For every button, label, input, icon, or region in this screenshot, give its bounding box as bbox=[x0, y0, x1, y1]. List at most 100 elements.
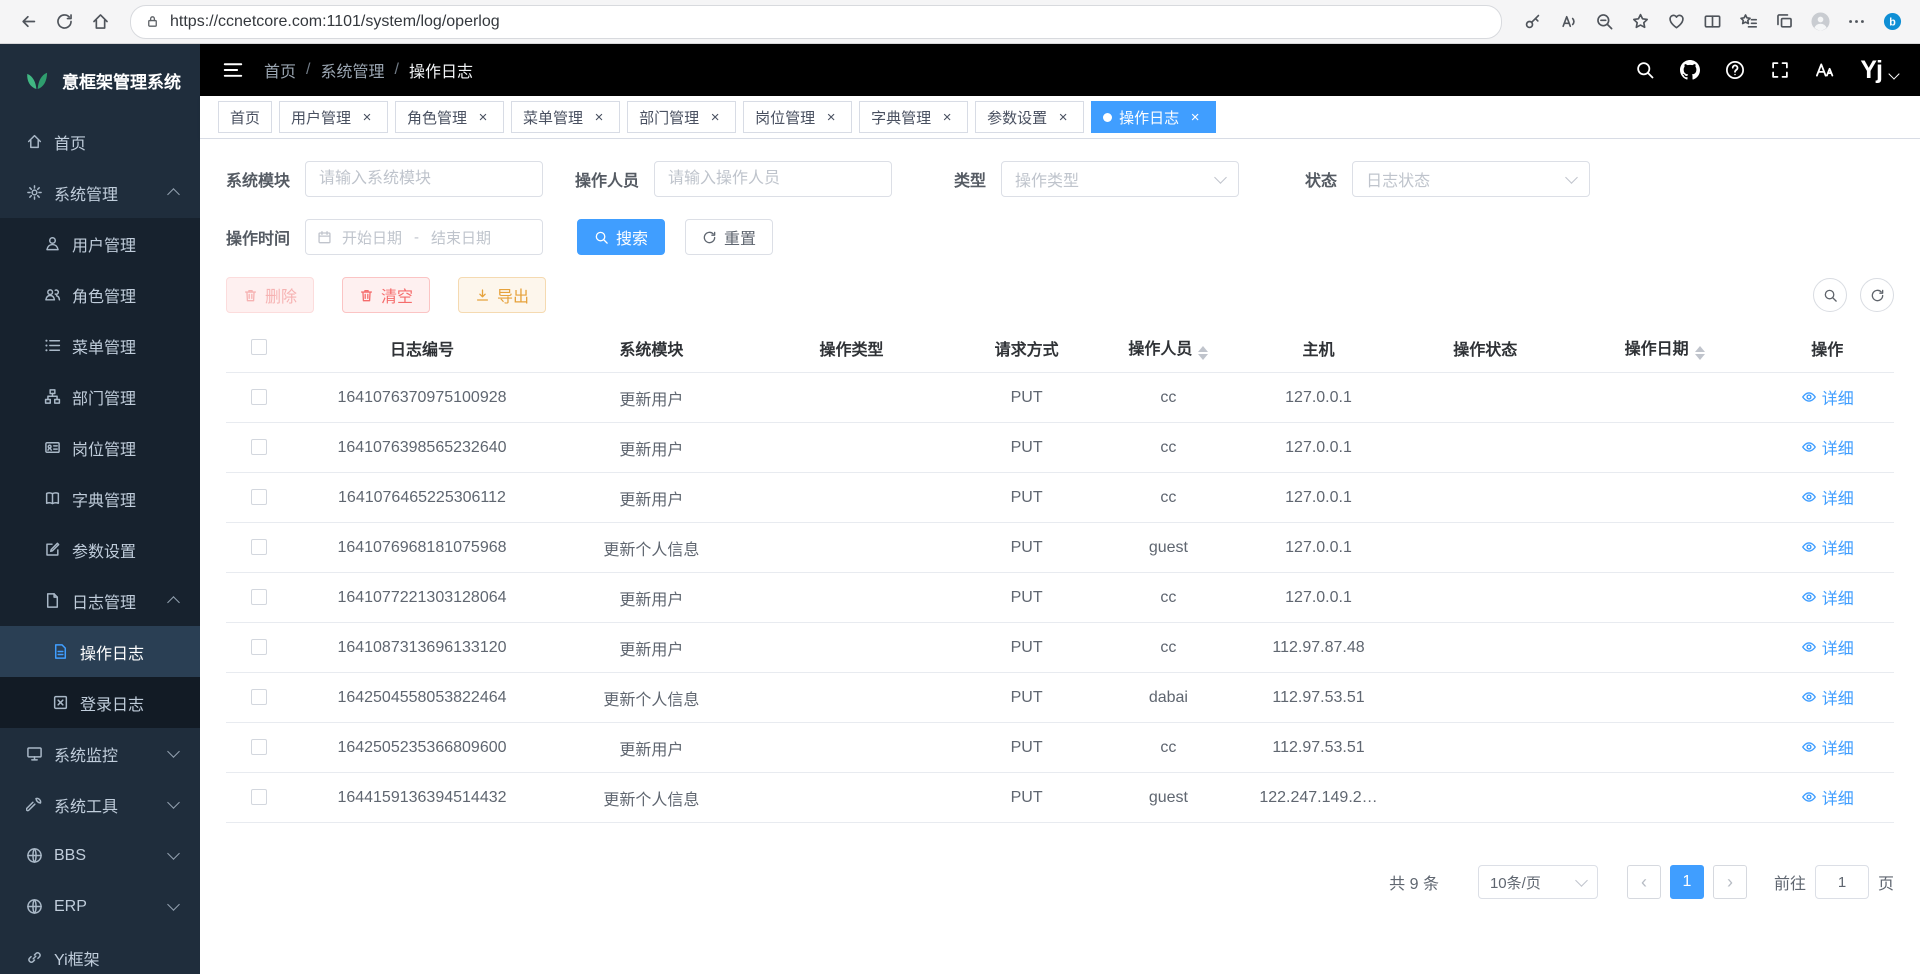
prev-page-button[interactable] bbox=[1627, 865, 1661, 899]
breadcrumb-item[interactable]: 首页 bbox=[264, 58, 296, 82]
detail-link[interactable]: 详细 bbox=[1801, 735, 1854, 759]
font-size-button[interactable] bbox=[1815, 60, 1835, 80]
close-icon[interactable] bbox=[938, 108, 956, 126]
sidebar-item-home[interactable]: 首页 bbox=[0, 116, 200, 167]
operator-input[interactable] bbox=[654, 161, 892, 197]
help-button[interactable] bbox=[1725, 60, 1745, 80]
close-icon[interactable] bbox=[1054, 108, 1072, 126]
row-checkbox[interactable] bbox=[251, 639, 267, 655]
close-icon[interactable] bbox=[358, 108, 376, 126]
detail-link[interactable]: 详细 bbox=[1801, 535, 1854, 559]
collections-button[interactable] bbox=[1766, 5, 1802, 39]
sidebar-item-erp[interactable]: ERP bbox=[0, 881, 200, 932]
detail-link[interactable]: 详细 bbox=[1801, 635, 1854, 659]
sidebar-item-dict[interactable]: 字典管理 bbox=[0, 473, 200, 524]
row-checkbox[interactable] bbox=[251, 389, 267, 405]
search-button[interactable]: 搜索 bbox=[577, 219, 665, 255]
sidebar-item-system[interactable]: 系统管理 bbox=[0, 167, 200, 218]
detail-link[interactable]: 详细 bbox=[1801, 785, 1854, 809]
type-select[interactable]: 操作类型 bbox=[1001, 161, 1239, 197]
sidebar-item-post[interactable]: 岗位管理 bbox=[0, 422, 200, 473]
row-checkbox[interactable] bbox=[251, 589, 267, 605]
select-all-checkbox[interactable] bbox=[251, 339, 267, 355]
close-icon[interactable] bbox=[822, 108, 840, 126]
sort-icon[interactable] bbox=[1198, 346, 1208, 360]
close-icon[interactable] bbox=[590, 108, 608, 126]
detail-link[interactable]: 详细 bbox=[1801, 585, 1854, 609]
settings-more-button[interactable] bbox=[1838, 5, 1874, 39]
split-screen-button[interactable] bbox=[1694, 5, 1730, 39]
add-favorite-button[interactable] bbox=[1622, 5, 1658, 39]
tab-user[interactable]: 用户管理 bbox=[279, 101, 388, 133]
sidebar-item-operlog[interactable]: 操作日志 bbox=[0, 626, 200, 677]
tab-operlog[interactable]: 操作日志 bbox=[1091, 101, 1216, 133]
sidebar-item-yiframe[interactable]: Yi框架 bbox=[0, 932, 200, 974]
fullscreen-button[interactable] bbox=[1770, 60, 1790, 80]
status-select[interactable]: 日志状态 bbox=[1352, 161, 1590, 197]
refresh-button[interactable] bbox=[46, 5, 82, 39]
sidebar-item-menu[interactable]: 菜单管理 bbox=[0, 320, 200, 371]
close-icon[interactable] bbox=[474, 108, 492, 126]
clear-button[interactable]: 清空 bbox=[342, 277, 430, 313]
row-checkbox[interactable] bbox=[251, 439, 267, 455]
refresh-table-button[interactable] bbox=[1860, 278, 1894, 312]
goto-page-input[interactable] bbox=[1815, 865, 1869, 899]
sidebar-item-log[interactable]: 日志管理 bbox=[0, 575, 200, 626]
row-checkbox[interactable] bbox=[251, 489, 267, 505]
detail-link[interactable]: 详细 bbox=[1801, 685, 1854, 709]
sidebar-item-config[interactable]: 参数设置 bbox=[0, 524, 200, 575]
sidebar-item-tool[interactable]: 系统工具 bbox=[0, 779, 200, 830]
github-button[interactable] bbox=[1680, 60, 1700, 80]
sidebar-item-role[interactable]: 角色管理 bbox=[0, 269, 200, 320]
page-size-select[interactable]: 10条/页 bbox=[1478, 865, 1598, 899]
hamburger-menu-icon[interactable] bbox=[222, 59, 244, 81]
tab-dict[interactable]: 字典管理 bbox=[859, 101, 968, 133]
row-checkbox[interactable] bbox=[251, 539, 267, 555]
row-checkbox[interactable] bbox=[251, 739, 267, 755]
delete-button[interactable]: 删除 bbox=[226, 277, 314, 313]
home-button[interactable] bbox=[82, 5, 118, 39]
toggle-search-button[interactable] bbox=[1813, 278, 1847, 312]
column-header: 操作日期 bbox=[1569, 323, 1761, 373]
favorites-button[interactable] bbox=[1730, 5, 1766, 39]
sidebar-item-user[interactable]: 用户管理 bbox=[0, 218, 200, 269]
sidebar-item-loginlog[interactable]: 登录日志 bbox=[0, 677, 200, 728]
search-button[interactable] bbox=[1635, 60, 1655, 80]
read-aloud-button[interactable] bbox=[1550, 5, 1586, 39]
tab-post[interactable]: 岗位管理 bbox=[743, 101, 852, 133]
page-1-button[interactable]: 1 bbox=[1670, 865, 1704, 899]
password-key-button[interactable] bbox=[1514, 5, 1550, 39]
bing-button[interactable]: b bbox=[1874, 5, 1910, 39]
address-bar[interactable]: https://ccnetcore.com:1101/system/log/op… bbox=[130, 5, 1502, 39]
sort-icon[interactable] bbox=[1695, 346, 1705, 360]
sidebar-item-monitor[interactable]: 系统监控 bbox=[0, 728, 200, 779]
tab-menu[interactable]: 菜单管理 bbox=[511, 101, 620, 133]
close-icon[interactable] bbox=[706, 108, 724, 126]
tab-home[interactable]: 首页 bbox=[218, 101, 272, 133]
tab-dept[interactable]: 部门管理 bbox=[627, 101, 736, 133]
close-icon[interactable] bbox=[1186, 108, 1204, 126]
export-button[interactable]: 导出 bbox=[458, 277, 546, 313]
detail-link[interactable]: 详细 bbox=[1801, 385, 1854, 409]
row-checkbox[interactable] bbox=[251, 689, 267, 705]
next-page-button[interactable] bbox=[1713, 865, 1747, 899]
detail-link[interactable]: 详细 bbox=[1801, 485, 1854, 509]
row-checkbox[interactable] bbox=[251, 789, 267, 805]
module-input[interactable] bbox=[305, 161, 543, 197]
clear-button-label: 清空 bbox=[381, 283, 413, 307]
sidebar-item-bbs[interactable]: BBS bbox=[0, 830, 200, 881]
date-range-picker[interactable]: 开始日期 - 结束日期 bbox=[305, 219, 543, 255]
zoom-button[interactable] bbox=[1586, 5, 1622, 39]
browser-essentials-button[interactable] bbox=[1658, 5, 1694, 39]
profile-button[interactable] bbox=[1802, 5, 1838, 39]
back-button[interactable] bbox=[10, 5, 46, 39]
tab-config[interactable]: 参数设置 bbox=[975, 101, 1084, 133]
tab-role[interactable]: 角色管理 bbox=[395, 101, 504, 133]
breadcrumb-item[interactable]: 系统管理 bbox=[320, 58, 384, 82]
detail-link[interactable]: 详细 bbox=[1801, 435, 1854, 459]
reset-button[interactable]: 重置 bbox=[685, 219, 773, 255]
sidebar-item-dept[interactable]: 部门管理 bbox=[0, 371, 200, 422]
detail-link-label: 详细 bbox=[1822, 785, 1854, 809]
user-avatar[interactable]: Yj bbox=[1860, 56, 1898, 85]
site-security-icon[interactable] bbox=[145, 14, 160, 29]
